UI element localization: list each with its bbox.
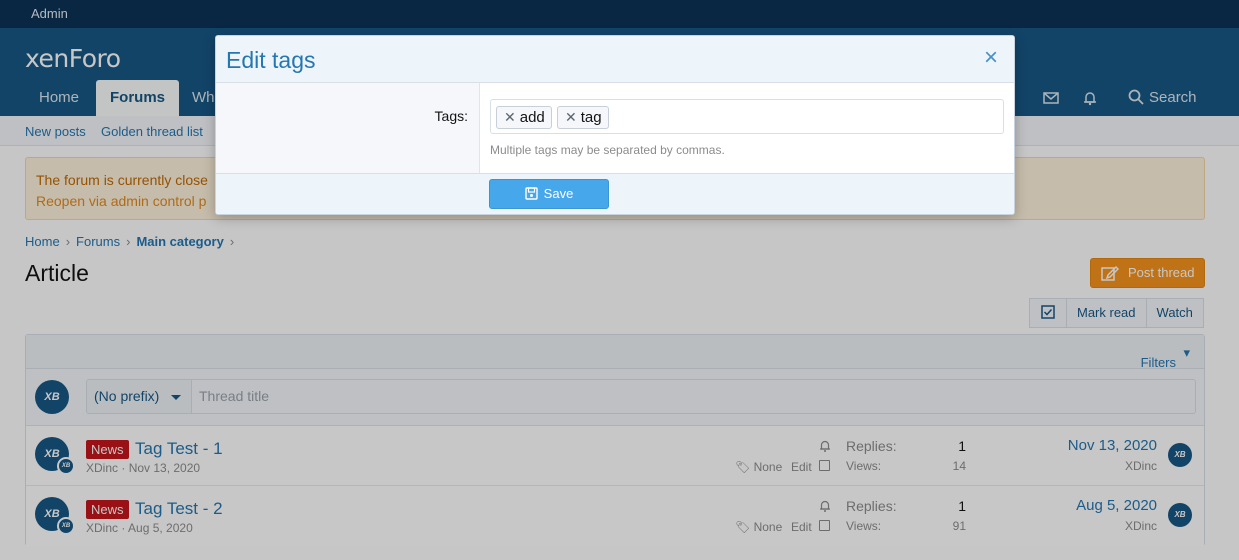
tags-field-label: Tags: bbox=[434, 108, 468, 124]
dialog-header: Edit tags × bbox=[216, 36, 1014, 83]
save-label: Save bbox=[543, 186, 574, 201]
tag-chip-add[interactable]: ✕ add bbox=[496, 106, 552, 129]
tag-text: add bbox=[519, 109, 545, 126]
dialog-body: Tags: ✕ add ✕ tag Multiple tags may be sep… bbox=[216, 83, 1014, 173]
tags-hint: Multiple tags may be separated by commas… bbox=[490, 143, 725, 157]
dialog-footer: Save bbox=[216, 173, 1014, 214]
tag-chip-tag[interactable]: ✕ tag bbox=[557, 106, 609, 129]
tags-label-cell: Tags: bbox=[216, 83, 480, 173]
save-button[interactable]: Save bbox=[489, 179, 609, 209]
tag-text: tag bbox=[580, 109, 602, 126]
remove-tag-icon[interactable]: ✕ bbox=[504, 109, 516, 125]
save-icon bbox=[524, 187, 538, 200]
tags-input[interactable]: ✕ add ✕ tag bbox=[490, 99, 1004, 134]
close-icon[interactable]: × bbox=[984, 46, 998, 70]
dialog-title: Edit tags bbox=[226, 47, 316, 73]
edit-tags-dialog: Edit tags × Tags: ✕ add ✕ tag Multiple tag… bbox=[215, 35, 1015, 215]
remove-tag-icon[interactable]: ✕ bbox=[565, 109, 577, 125]
